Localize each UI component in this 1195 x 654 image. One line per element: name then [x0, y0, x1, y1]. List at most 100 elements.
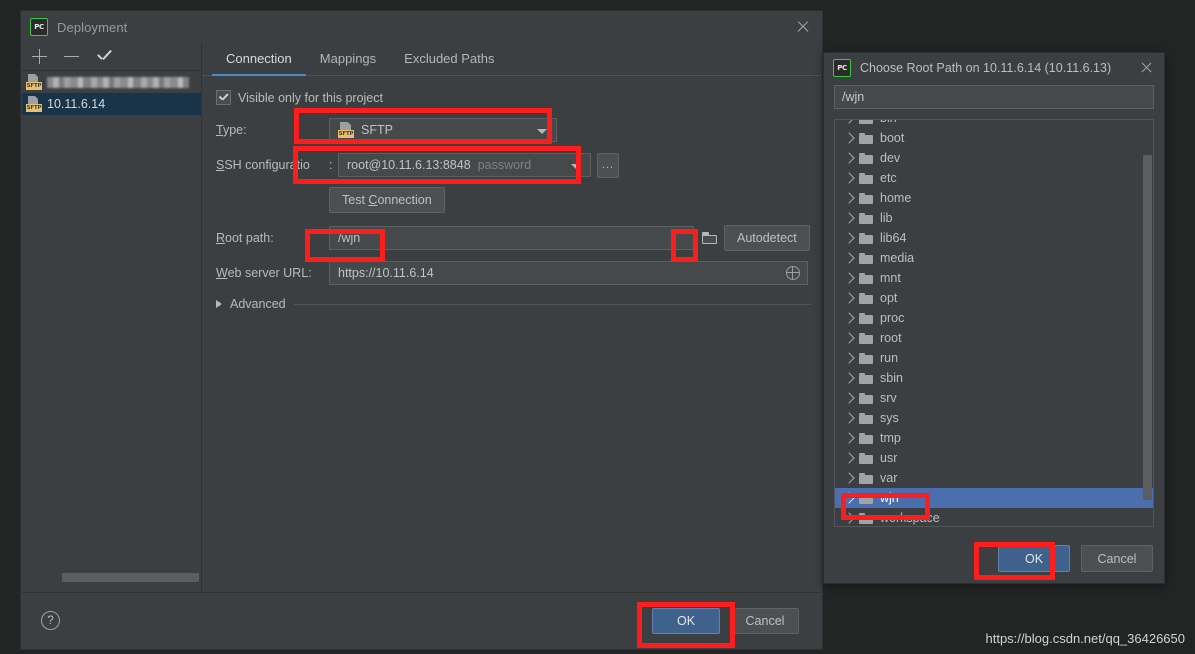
tree-item[interactable]: wjn: [835, 488, 1153, 508]
tree-item[interactable]: sbin: [835, 368, 1153, 388]
chevron-right-icon[interactable]: [843, 252, 855, 264]
chevron-right-icon[interactable]: [843, 132, 855, 144]
scrollbar-thumb[interactable]: [1143, 155, 1152, 500]
ssh-configuration-combo[interactable]: root@10.11.6.13:8848 password: [338, 153, 591, 177]
folder-icon: [859, 432, 873, 444]
visible-only-label: Visible only for this project: [238, 90, 383, 105]
chevron-right-icon[interactable]: [843, 172, 855, 184]
ssh-configuration-browse-button[interactable]: ...: [597, 152, 619, 178]
test-connection-button[interactable]: Test Connection: [329, 187, 445, 213]
chevron-right-icon[interactable]: [843, 492, 855, 504]
list-item[interactable]: SFTP 10.11.6.14: [22, 93, 201, 115]
chevron-right-icon[interactable]: [843, 372, 855, 384]
remove-server-icon[interactable]: [64, 49, 79, 64]
open-in-browser-button[interactable]: [786, 266, 800, 280]
tree-item[interactable]: proc: [835, 308, 1153, 328]
folder-icon: [859, 312, 873, 324]
chevron-right-icon[interactable]: [843, 332, 855, 344]
chevron-right-icon[interactable]: [843, 472, 855, 484]
tree-item[interactable]: media: [835, 248, 1153, 268]
add-server-icon[interactable]: [32, 49, 47, 64]
ssh-configuration-label: SSH configuratio: [216, 158, 310, 172]
tab-excluded-paths[interactable]: Excluded Paths: [390, 51, 508, 75]
chevron-right-icon[interactable]: [843, 452, 855, 464]
chevron-right-icon[interactable]: [843, 152, 855, 164]
scrollbar-thumb[interactable]: [62, 573, 199, 582]
advanced-section[interactable]: Advanced: [216, 297, 811, 311]
chevron-right-icon[interactable]: [843, 192, 855, 204]
root-path-cancel-button[interactable]: Cancel: [1081, 545, 1153, 572]
tree-item[interactable]: mnt: [835, 268, 1153, 288]
tree-item-label: lib: [880, 211, 893, 225]
tree-item[interactable]: lib64: [835, 228, 1153, 248]
chevron-right-icon[interactable]: [843, 292, 855, 304]
root-path-browse-button[interactable]: [694, 232, 724, 244]
tree-item-label: opt: [880, 291, 898, 305]
chevron-right-icon[interactable]: [843, 232, 855, 244]
tree-item[interactable]: run: [835, 348, 1153, 368]
folder-icon: [859, 172, 873, 184]
tree-item-label: lib64: [880, 231, 907, 245]
pycharm-logo-text: PC: [837, 63, 847, 72]
folder-icon: [859, 212, 873, 224]
tree-vertical-scrollbar[interactable]: [1143, 143, 1152, 525]
folder-icon: [859, 492, 873, 504]
chevron-right-icon[interactable]: [843, 272, 855, 284]
autodetect-button[interactable]: Autodetect: [724, 225, 810, 251]
close-icon[interactable]: [796, 20, 810, 34]
directory-tree-rows: bin boot dev etc home lib lib64 media mnt opt proc…: [835, 120, 1153, 526]
chevron-down-icon: [571, 164, 581, 169]
close-icon[interactable]: [1140, 61, 1153, 74]
folder-icon: [859, 252, 873, 264]
sidebar-horizontal-scrollbar[interactable]: [22, 569, 201, 587]
list-item[interactable]: SFTP: [22, 71, 201, 93]
set-default-server-icon[interactable]: [96, 49, 113, 64]
watermark-text: https://blog.csdn.net/qq_36426650: [985, 631, 1186, 646]
root-path-input[interactable]: /wjn: [329, 226, 694, 250]
visible-only-row: Visible only for this project: [216, 90, 821, 105]
tree-item[interactable]: lib: [835, 208, 1153, 228]
folder-icon: [859, 332, 873, 344]
root-path-ok-button[interactable]: OK: [998, 545, 1070, 572]
deployment-cancel-button[interactable]: Cancel: [731, 607, 799, 634]
tree-item[interactable]: var: [835, 468, 1153, 488]
deployment-ok-button[interactable]: OK: [652, 607, 720, 634]
tree-item[interactable]: bin: [835, 120, 1153, 128]
chevron-right-icon[interactable]: [843, 412, 855, 424]
tree-item[interactable]: boot: [835, 128, 1153, 148]
chevron-right-icon[interactable]: [843, 120, 855, 124]
tree-item[interactable]: srv: [835, 388, 1153, 408]
chevron-right-icon[interactable]: [843, 352, 855, 364]
tree-item[interactable]: sys: [835, 408, 1153, 428]
tree-item[interactable]: tmp: [835, 428, 1153, 448]
web-server-url-input[interactable]: https://10.11.6.14: [329, 261, 808, 285]
tree-item[interactable]: home: [835, 188, 1153, 208]
tree-item[interactable]: usr: [835, 448, 1153, 468]
tab-connection[interactable]: Connection: [212, 51, 306, 76]
folder-icon: [859, 292, 873, 304]
chevron-right-icon[interactable]: [843, 312, 855, 324]
chevron-right-icon[interactable]: [843, 392, 855, 404]
chevron-right-icon[interactable]: [843, 212, 855, 224]
tree-item-label: tmp: [880, 431, 901, 445]
tree-item[interactable]: workspace: [835, 508, 1153, 526]
root-path-dialog-input[interactable]: /wjn: [834, 85, 1154, 109]
deployment-sidebar: SFTP SFTP 10.11.6.14: [22, 43, 202, 593]
directory-tree[interactable]: bin boot dev etc home lib lib64 media mnt opt proc…: [834, 119, 1154, 527]
tree-item[interactable]: opt: [835, 288, 1153, 308]
chevron-right-icon[interactable]: [843, 432, 855, 444]
ssh-configuration-row: SSH configuratio : root@10.11.6.13:8848 …: [216, 152, 821, 178]
type-combo[interactable]: SFTP SFTP: [329, 118, 557, 142]
deployment-title: Deployment: [57, 19, 128, 35]
tree-item[interactable]: root: [835, 328, 1153, 348]
tab-mappings[interactable]: Mappings: [306, 51, 390, 75]
folder-icon: [859, 192, 873, 204]
choose-root-path-dialog: PC Choose Root Path on 10.11.6.14 (10.11…: [823, 52, 1165, 584]
help-icon[interactable]: ?: [41, 611, 60, 630]
tree-item-label: var: [880, 471, 898, 485]
visible-only-checkbox[interactable]: [216, 90, 231, 105]
test-connection-row: Test Connection: [216, 187, 821, 213]
chevron-right-icon[interactable]: [843, 512, 855, 524]
tree-item[interactable]: dev: [835, 148, 1153, 168]
tree-item[interactable]: etc: [835, 168, 1153, 188]
